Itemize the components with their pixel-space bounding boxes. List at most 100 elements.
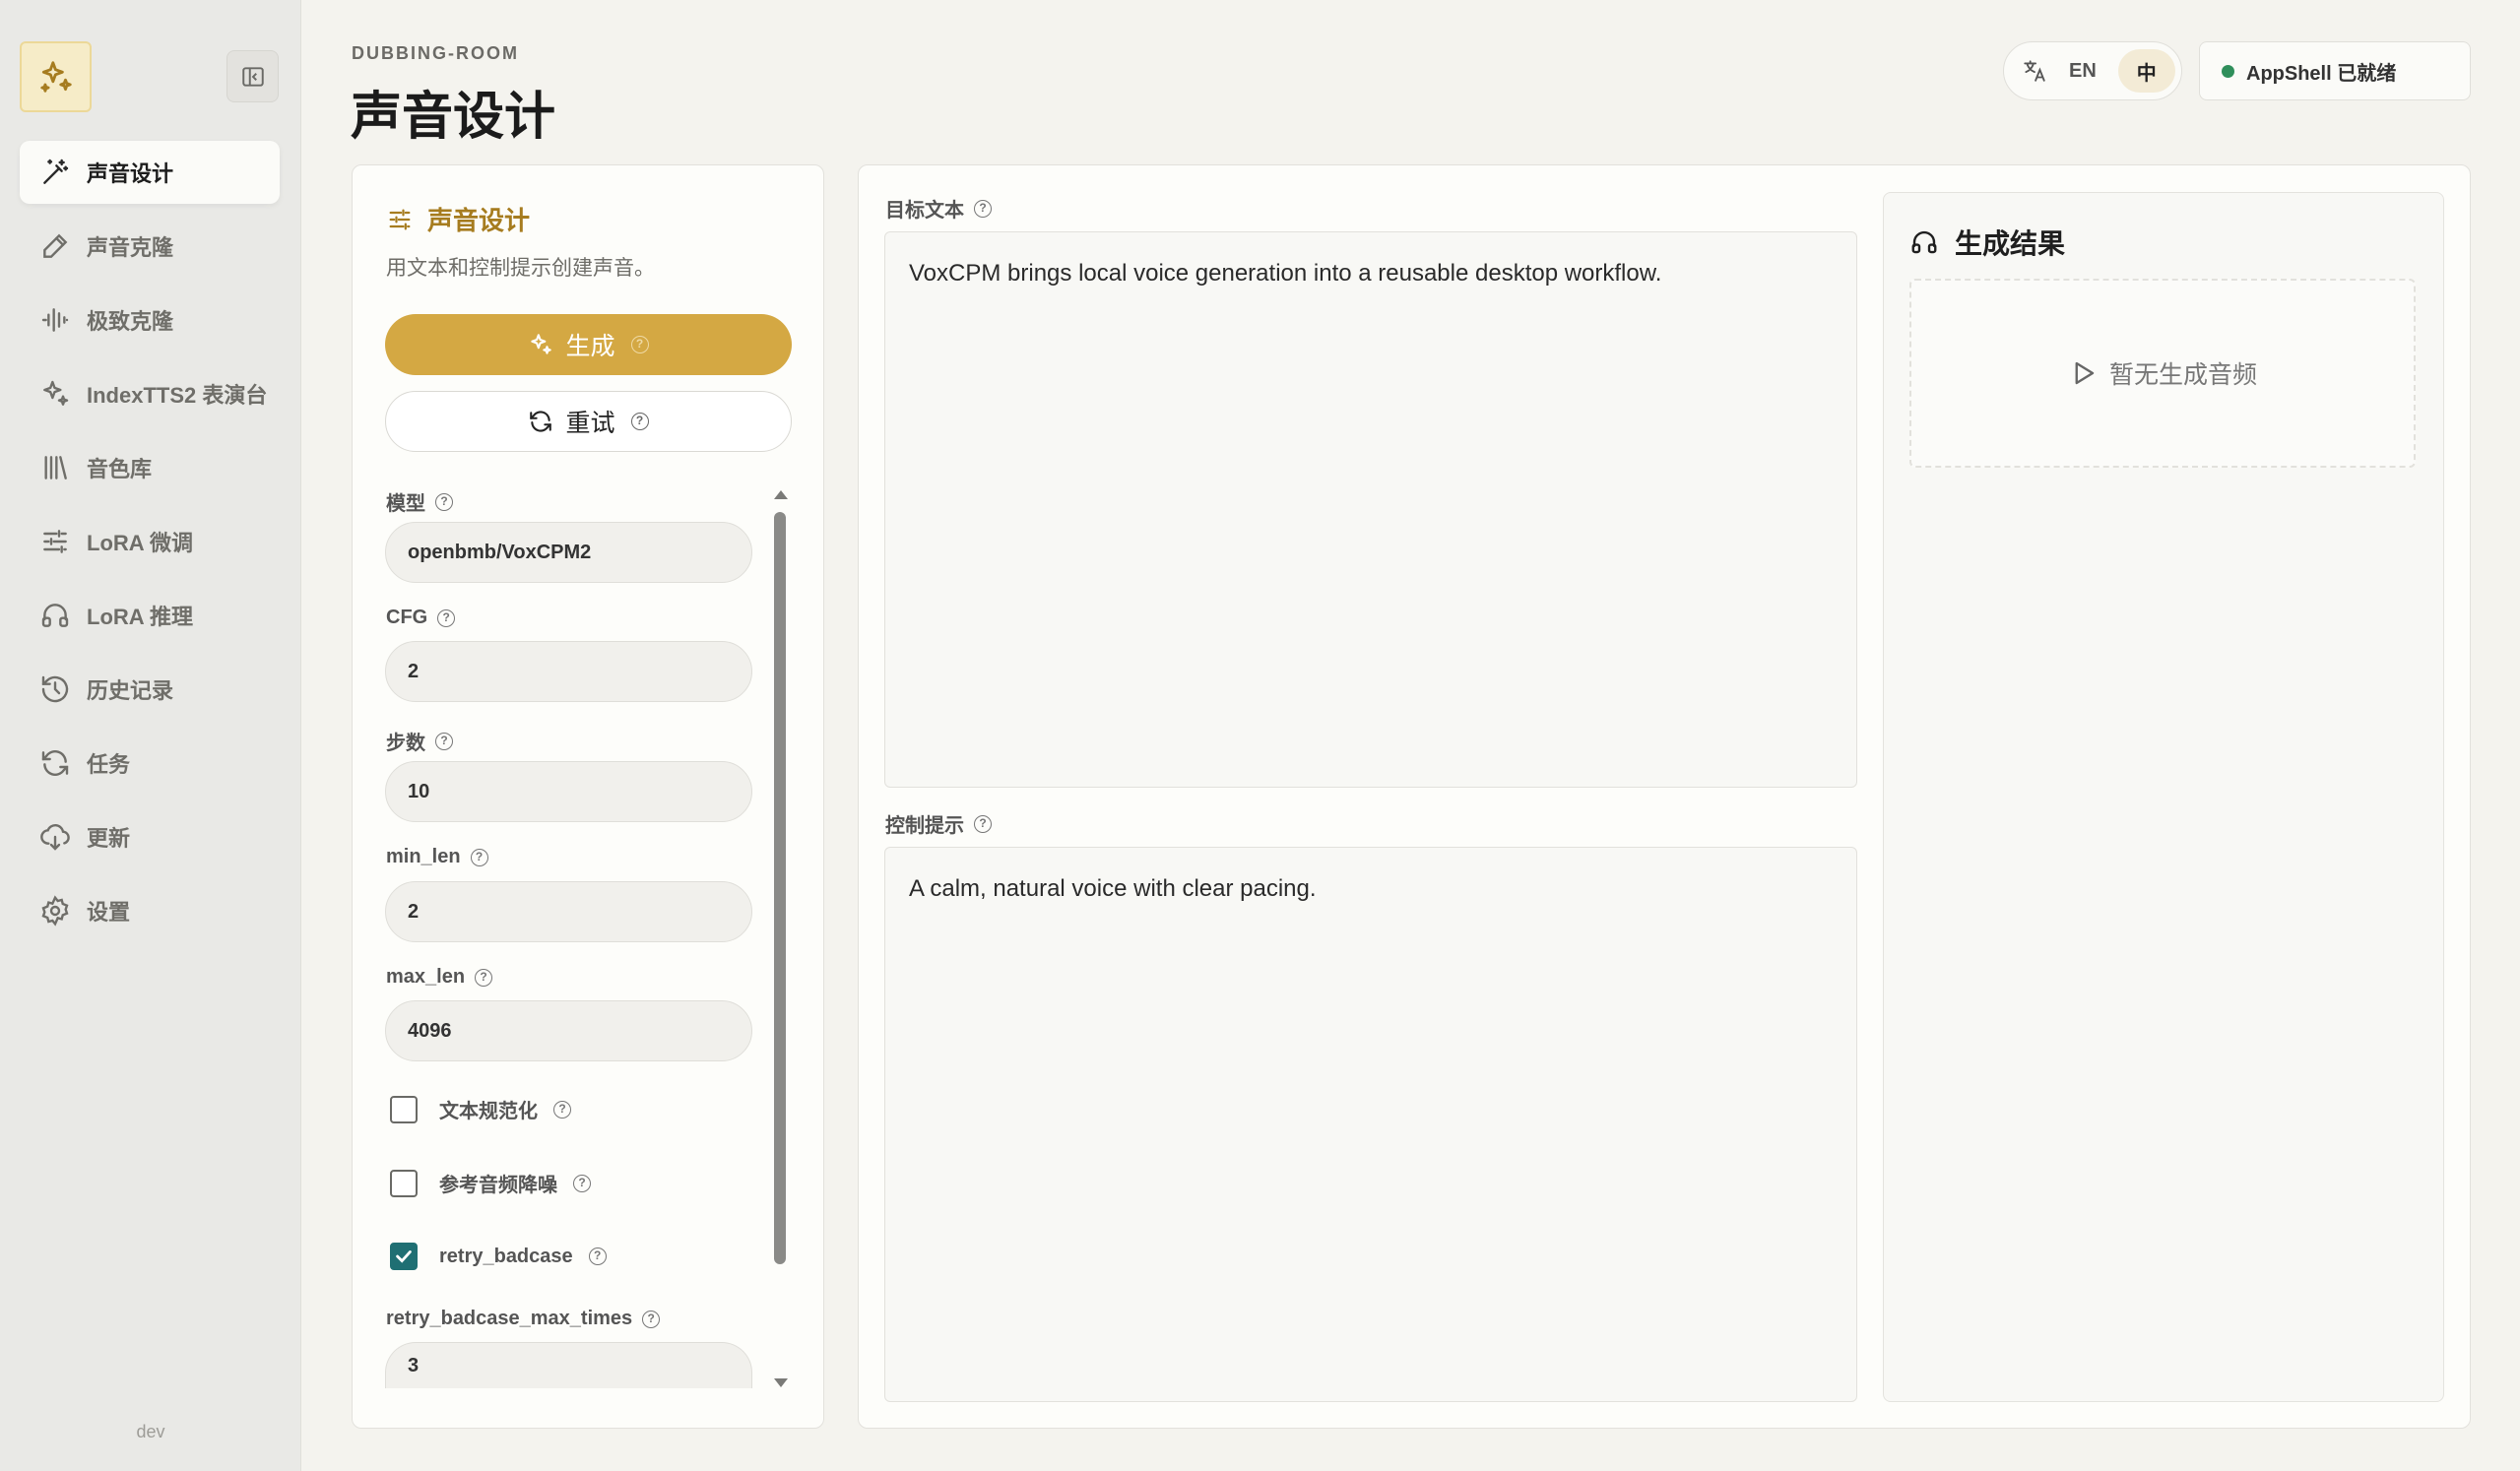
library-icon xyxy=(37,450,73,485)
headphones-icon xyxy=(37,598,73,633)
pen-icon xyxy=(37,228,73,264)
help-icon[interactable]: ? xyxy=(974,814,992,833)
sidebar-item-lora-inference[interactable]: LoRA 推理 xyxy=(20,584,280,647)
retry-button[interactable]: 重试 ? xyxy=(385,391,792,452)
target-text-input[interactable]: VoxCPM brings local voice generation int… xyxy=(884,231,1857,788)
result-card: 生成结果 暂无生成音频 xyxy=(1883,192,2444,1402)
denoise-checkbox[interactable] xyxy=(390,1169,418,1197)
target-text-label: 目标文本? xyxy=(885,194,992,223)
normalize-label: 文本规范化 xyxy=(439,1101,538,1122)
sidebar-item-label: LoRA 推理 xyxy=(87,605,193,629)
sidebar-item-updates[interactable]: 更新 xyxy=(20,805,280,868)
max-len-input[interactable] xyxy=(385,1000,752,1061)
panel-title: 声音设计 xyxy=(386,201,530,237)
sidebar-item-ultimate-clone[interactable]: 极致克隆 xyxy=(20,288,280,352)
scrollbar-thumb[interactable] xyxy=(774,512,786,1264)
status-text: AppShell 已就绪 xyxy=(2246,62,2397,85)
sparkles-icon xyxy=(39,61,72,93)
steps-label-text: 步数 xyxy=(386,733,425,754)
retry-label: 重试 xyxy=(565,410,615,437)
retry-badcase-checkbox[interactable] xyxy=(390,1243,418,1270)
control-prompt-label: 控制提示? xyxy=(885,809,992,838)
build-label: dev xyxy=(136,1422,165,1441)
model-input[interactable] xyxy=(385,522,752,583)
sidebar-item-voice-design[interactable]: 声音设计 xyxy=(20,141,280,204)
help-icon[interactable]: ? xyxy=(435,492,453,511)
normalize-checkbox-row[interactable]: 文本规范化 ? xyxy=(390,1095,571,1123)
sidebar-nav: 声音设计 声音克隆 极致克隆 IndexTTS2 表演台 音色库 LoRA 微调… xyxy=(20,141,280,953)
target-text-label-text: 目标文本 xyxy=(885,200,964,222)
help-icon[interactable]: ? xyxy=(630,336,649,353)
retry-max-input[interactable] xyxy=(385,1342,752,1388)
waveform-icon xyxy=(37,302,73,338)
sidebar: 声音设计 声音克隆 极致克隆 IndexTTS2 表演台 音色库 LoRA 微调… xyxy=(0,0,301,1471)
model-label-text: 模型 xyxy=(386,493,425,515)
gear-icon xyxy=(37,893,73,928)
refresh-icon xyxy=(37,745,73,781)
empty-audio-text: 暂无生成音频 xyxy=(2108,361,2257,389)
sidebar-item-indextts2[interactable]: IndexTTS2 表演台 xyxy=(20,362,280,425)
page-title: 声音设计 xyxy=(351,89,556,146)
sidebar-item-voice-library[interactable]: 音色库 xyxy=(20,436,280,499)
sidebar-item-voice-clone[interactable]: 声音克隆 xyxy=(20,215,280,278)
sidebar-item-history[interactable]: 历史记录 xyxy=(20,658,280,721)
wand-icon xyxy=(37,155,73,190)
help-icon[interactable]: ? xyxy=(974,199,992,218)
help-icon[interactable]: ? xyxy=(642,1310,661,1328)
settings-panel: 声音设计 用文本和控制提示创建声音。 生成 ? 重试 ? 模型? CFG? 步数… xyxy=(352,164,824,1429)
scroll-down-arrow[interactable] xyxy=(774,1378,788,1387)
normalize-checkbox[interactable] xyxy=(390,1095,418,1123)
lang-zh-button[interactable]: 中 xyxy=(2117,49,2175,93)
empty-audio-placeholder: 暂无生成音频 xyxy=(1909,279,2416,468)
app-logo[interactable] xyxy=(20,41,92,112)
scroll-up-arrow[interactable] xyxy=(774,490,788,499)
refresh-icon xyxy=(530,411,552,432)
sliders-icon xyxy=(389,209,411,229)
sidebar-collapse-button[interactable] xyxy=(226,50,279,102)
sidebar-item-tasks[interactable]: 任务 xyxy=(20,732,280,795)
cloud-download-icon xyxy=(37,819,73,855)
lang-en-button[interactable]: EN xyxy=(2069,60,2097,83)
breadcrumb: DUBBING-ROOM xyxy=(352,43,519,63)
play-icon xyxy=(2075,361,2095,385)
control-prompt-input[interactable]: A calm, natural voice with clear pacing. xyxy=(884,847,1857,1402)
denoise-label: 参考音频降噪 xyxy=(439,1175,557,1196)
retry-badcase-checkbox-row[interactable]: retry_badcase ? xyxy=(390,1243,607,1270)
sparkles-icon xyxy=(531,334,552,354)
sidebar-item-label: 极致克隆 xyxy=(87,309,174,334)
sidebar-item-label: LoRA 微调 xyxy=(87,531,193,555)
sidebar-item-lora-finetune[interactable]: LoRA 微调 xyxy=(20,510,280,573)
min-len-label: min_len? xyxy=(386,846,488,868)
retry-badcase-label: retry_badcase xyxy=(439,1245,573,1267)
denoise-checkbox-row[interactable]: 参考音频降噪 ? xyxy=(390,1169,591,1197)
help-icon[interactable]: ? xyxy=(553,1100,571,1119)
cfg-label: CFG? xyxy=(386,607,456,629)
retry-max-label: retry_badcase_max_times? xyxy=(386,1308,661,1330)
help-icon[interactable]: ? xyxy=(470,848,488,866)
generate-label: 生成 xyxy=(565,333,615,360)
min-len-input[interactable] xyxy=(385,881,752,942)
generate-button[interactable]: 生成 ? xyxy=(385,314,792,375)
status-badge: AppShell 已就绪 xyxy=(2199,41,2471,100)
sparkles-icon xyxy=(37,376,73,412)
sidebar-item-label: 声音克隆 xyxy=(87,235,174,260)
language-switcher: EN 中 xyxy=(2003,41,2182,100)
help-icon[interactable]: ? xyxy=(630,413,649,430)
editor-panel: 目标文本? VoxCPM brings local voice generati… xyxy=(858,164,2471,1429)
help-icon[interactable]: ? xyxy=(475,968,493,987)
panel-left-icon xyxy=(241,66,264,87)
steps-label: 步数? xyxy=(386,727,453,755)
help-icon[interactable]: ? xyxy=(588,1247,607,1265)
sliders-icon xyxy=(37,524,73,559)
cfg-input[interactable] xyxy=(385,641,752,702)
help-icon[interactable]: ? xyxy=(435,732,453,750)
help-icon[interactable]: ? xyxy=(437,608,456,627)
history-icon xyxy=(37,672,73,707)
help-icon[interactable]: ? xyxy=(573,1174,591,1192)
sidebar-item-settings[interactable]: 设置 xyxy=(20,879,280,942)
max-len-label-text: max_len xyxy=(386,966,466,988)
headphones-icon xyxy=(1911,230,1937,254)
app-window: 声音设计 声音克隆 极致克隆 IndexTTS2 表演台 音色库 LoRA 微调… xyxy=(0,0,2520,1471)
control-prompt-label-text: 控制提示 xyxy=(885,815,964,837)
steps-input[interactable] xyxy=(385,761,752,822)
